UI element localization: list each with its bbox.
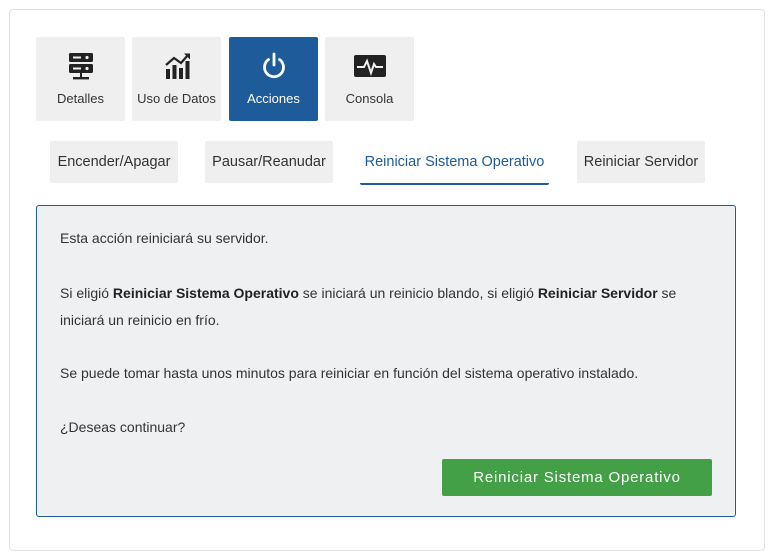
explanation-option-server: Reiniciar Servidor (537, 285, 658, 301)
tab-reiniciar-servidor[interactable]: Reiniciar Servidor (577, 141, 705, 183)
panel-warning-text: Esta acción reiniciará su servidor. (60, 230, 269, 246)
tab-label: Consola (345, 91, 394, 106)
tab-encender-apagar[interactable]: Encender/Apagar (50, 141, 178, 183)
panel-explanation-text: Si eligió Reiniciar Sistema Operativo se… (60, 280, 710, 334)
chart-icon (163, 51, 191, 81)
server-icon (67, 51, 95, 81)
tab-label: Uso de Datos (137, 91, 216, 106)
tab-detalles[interactable]: Detalles (36, 37, 125, 121)
tab-pausar-reanudar[interactable]: Pausar/Reanudar (205, 141, 333, 183)
explanation-option-os: Reiniciar Sistema Operativo (112, 285, 299, 301)
pulse-monitor-icon (353, 51, 387, 81)
confirmation-panel: Esta acción reiniciará su servidor. Si e… (36, 205, 736, 517)
explanation-part: se iniciará un reinicio blando, si eligi… (298, 285, 538, 301)
confirm-reboot-button[interactable]: Reiniciar Sistema Operativo (442, 459, 712, 496)
tab-uso-de-datos[interactable]: Uso de Datos (132, 37, 221, 121)
tab-label: Acciones (247, 91, 300, 106)
explanation-part: Si eligió (60, 285, 113, 301)
tab-label: Detalles (57, 91, 104, 106)
panel-duration-text: Se puede tomar hasta unos minutos para r… (60, 365, 639, 381)
tab-reiniciar-sistema-operativo[interactable]: Reiniciar Sistema Operativo (360, 141, 549, 185)
tab-acciones[interactable]: Acciones (229, 37, 318, 121)
tab-consola[interactable]: Consola (325, 37, 414, 121)
panel-question-text: ¿Deseas continuar? (60, 419, 186, 435)
power-icon (260, 51, 288, 81)
